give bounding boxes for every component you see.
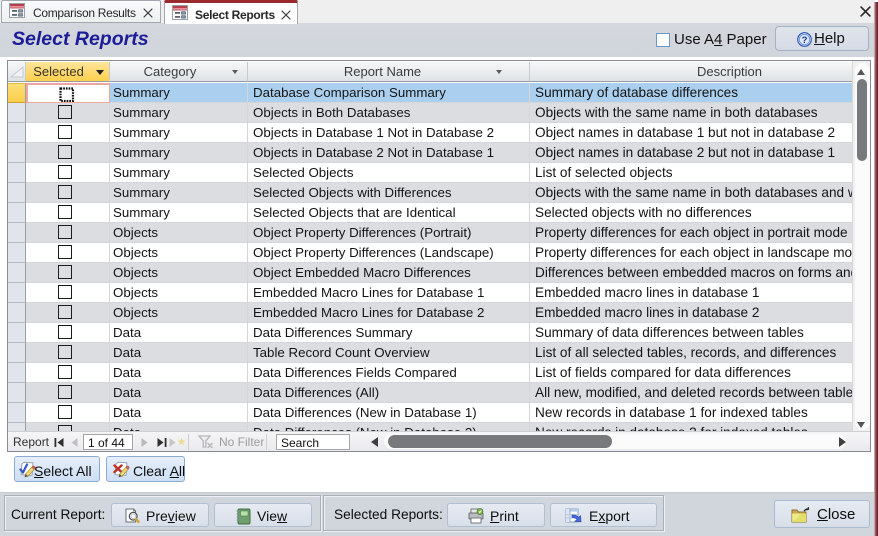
svg-text:?: ?	[802, 35, 808, 46]
